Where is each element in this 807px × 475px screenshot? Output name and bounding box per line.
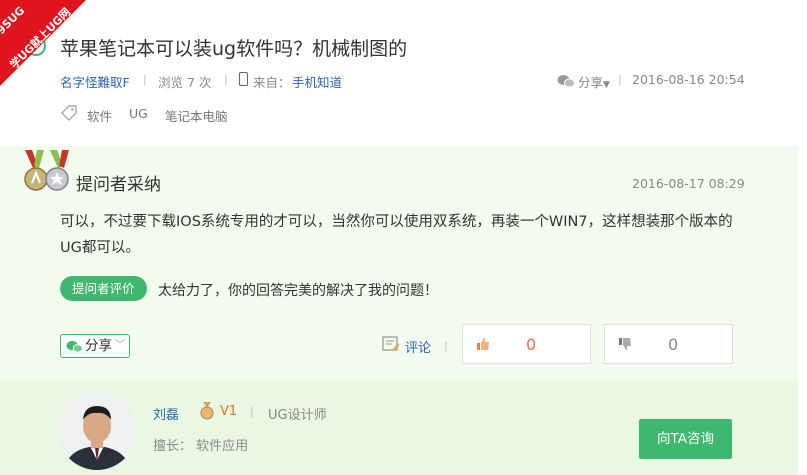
question-source-link[interactable]: 手机知道 [292, 72, 342, 91]
page-right-edge [798, 0, 807, 475]
upvote-button[interactable]: 0 [462, 324, 591, 364]
tag-item[interactable]: 笔记本电脑 [165, 106, 228, 125]
chevron-down-icon: ﹀ [115, 340, 125, 351]
meta-divider: | [143, 73, 147, 86]
downvote-button[interactable]: 0 [604, 324, 733, 364]
tag-item[interactable]: UG [129, 106, 148, 121]
answerer-avatar[interactable] [58, 392, 136, 470]
level-medal-icon [199, 402, 215, 424]
skill-value: 软件应用 [196, 439, 249, 454]
tag-item[interactable]: 软件 [87, 106, 112, 125]
answerer-level: V1 [220, 404, 238, 419]
question-from-label: 来自： [253, 75, 291, 90]
consult-button[interactable]: 向TA咨询 [639, 419, 732, 459]
thumbs-down-icon [619, 338, 631, 350]
divider: | [250, 405, 254, 418]
skill-label: 擅长： [153, 439, 193, 454]
thumbs-up-icon [477, 338, 489, 350]
answer-date: 2016-08-17 08:29 [632, 176, 745, 191]
question-title: 苹果笔记本可以装ug软件吗？机械制图的 [60, 38, 408, 60]
answerer-title: UG设计师 [268, 408, 327, 423]
comment-link[interactable]: 评论 [405, 337, 431, 356]
divider: | [444, 339, 448, 352]
asker-evaluation-text: 太给力了，你的回答完美的解决了我的问题！ [158, 283, 438, 299]
downvote-count: 0 [668, 335, 679, 354]
wechat-share-icon[interactable] [557, 73, 575, 92]
question-views: 浏览 7 次 [158, 75, 212, 90]
answerer-name-link[interactable]: 刘磊 [153, 404, 179, 423]
question-share-button[interactable]: 分享▼ [578, 72, 610, 91]
meta-divider: | [224, 73, 228, 86]
caret-down-icon: ▼ [603, 80, 610, 90]
wechat-icon [66, 340, 83, 353]
share-label: 分享 [85, 338, 112, 354]
phone-icon [239, 72, 248, 86]
accepted-answer-heading: 提问者采纳 [76, 175, 161, 195]
answerer-skills: 擅长： 软件应用 [153, 435, 248, 454]
answer-share-button[interactable]: 分享 ﹀ [60, 334, 130, 358]
comment-icon[interactable] [382, 336, 400, 357]
question-date: 2016-08-16 20:54 [632, 72, 745, 87]
medal-icon [22, 148, 72, 198]
meta-divider: | [618, 73, 622, 86]
asker-evaluation-badge: 提问者评价 [60, 276, 147, 301]
watermark-ribbon: 9SUG 学UG就上UG网 [0, 0, 90, 90]
tag-icon [60, 105, 78, 125]
upvote-count: 0 [526, 335, 537, 354]
answer-body: 可以，不过要下载IOS系统专用的才可以，当然你可以使用双系统，再装一个WIN7，… [60, 214, 733, 256]
